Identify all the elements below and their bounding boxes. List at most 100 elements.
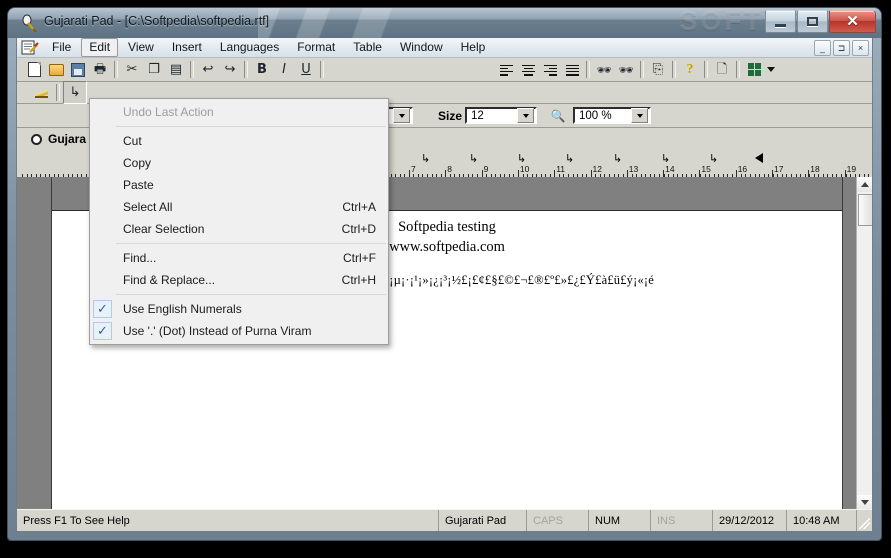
menu-item-paste[interactable]: Paste: [90, 174, 388, 196]
ruler-number: 13: [628, 166, 639, 174]
tab-stop-marker[interactable]: ↳: [565, 152, 574, 165]
tab-stop-marker[interactable]: ↳: [517, 152, 526, 165]
maximize-button[interactable]: [797, 10, 828, 33]
menu-item-label: Use English Numerals: [123, 302, 242, 316]
menu-view[interactable]: View: [120, 38, 162, 57]
cut-icon: ✂: [126, 62, 138, 77]
table-button[interactable]: [743, 59, 765, 80]
font-combo-arrow[interactable]: [393, 108, 410, 123]
new-document-button[interactable]: [23, 59, 45, 80]
eraser-button[interactable]: 🗋: [711, 59, 733, 80]
scroll-thumb[interactable]: [858, 194, 872, 226]
bold-button[interactable]: B: [251, 59, 273, 80]
size-combo-arrow[interactable]: [517, 108, 535, 123]
menu-item-shortcut: Ctrl+A: [342, 200, 376, 214]
paste-button[interactable]: ▤: [165, 59, 187, 80]
align-center-button[interactable]: [517, 59, 539, 80]
menu-item-select-all[interactable]: Select All Ctrl+A: [90, 196, 388, 218]
close-button[interactable]: ✕: [829, 10, 876, 33]
print-button[interactable]: 🖶: [89, 59, 111, 80]
open-folder-icon: [48, 63, 64, 76]
title-bar-texture: [258, 8, 438, 38]
insert-symbol-button[interactable]: ⎘: [647, 59, 669, 80]
mdi-minimize-button[interactable]: _: [814, 40, 831, 56]
menu-separator: [92, 294, 386, 295]
menu-table[interactable]: Table: [345, 38, 390, 57]
menu-item-find[interactable]: Find... Ctrl+F: [90, 247, 388, 269]
vertical-scrollbar[interactable]: [856, 177, 872, 510]
menu-window[interactable]: Window: [392, 38, 451, 57]
menu-item-find-replace[interactable]: Find & Replace... Ctrl+H: [90, 269, 388, 291]
tab-stop-marker[interactable]: ↳: [469, 152, 478, 165]
resize-grip[interactable]: [856, 510, 872, 531]
close-icon: ✕: [846, 13, 859, 30]
italic-icon: I: [282, 62, 286, 77]
save-button[interactable]: [67, 59, 89, 80]
align-left-button[interactable]: [495, 59, 517, 80]
zoom-combo-arrow[interactable]: [631, 108, 649, 123]
menu-item-label: Paste: [123, 178, 154, 192]
chevron-down-icon: [767, 67, 775, 72]
title-bar: SOFTPEDIA Gujarati Pad - [C:\Softpedia\s…: [8, 8, 881, 38]
help-button[interactable]: ?: [679, 59, 701, 80]
menu-item-shortcut: Ctrl+H: [341, 273, 376, 287]
mdi-close-button[interactable]: ×: [852, 40, 869, 56]
minimize-button[interactable]: [765, 10, 796, 33]
open-button[interactable]: [45, 59, 67, 80]
gujarati-radio[interactable]: [31, 133, 42, 145]
toolbar-separator: [704, 61, 708, 78]
italic-button[interactable]: I: [273, 59, 295, 80]
menu-format[interactable]: Format: [289, 38, 343, 57]
find-icon: 🕶: [596, 62, 612, 77]
menu-languages[interactable]: Languages: [212, 38, 287, 57]
find-button[interactable]: 🕶: [593, 59, 615, 80]
toolbar-separator: [244, 61, 248, 78]
toolbar-separator: [114, 61, 118, 78]
table-dropdown-button[interactable]: [765, 59, 777, 80]
tab-stop-marker[interactable]: ↳: [709, 152, 718, 165]
scroll-up-button[interactable]: [857, 177, 872, 192]
menu-insert[interactable]: Insert: [164, 38, 210, 57]
align-right-button[interactable]: [539, 59, 561, 80]
mdi-restore-button[interactable]: ⊐: [833, 40, 850, 56]
size-combo[interactable]: 12: [465, 107, 538, 124]
underline-button[interactable]: U: [295, 59, 317, 80]
menu-item-use-dot-instead-of-purna-viram[interactable]: ✓ Use '.' (Dot) Instead of Purna Viram: [90, 320, 388, 342]
menu-item-clear-selection[interactable]: Clear Selection Ctrl+D: [90, 218, 388, 240]
new-document-icon: [27, 62, 41, 77]
ruler-number: 11: [556, 166, 566, 174]
menu-separator: [92, 243, 386, 244]
size-combo-value: 12: [471, 109, 484, 122]
toolbar-separator: [190, 61, 194, 78]
menu-item-copy[interactable]: Copy: [90, 152, 388, 174]
ruler-number: 8: [447, 166, 453, 174]
gujarati-pad-icon: [22, 14, 37, 32]
find-replace-button[interactable]: 🕶: [615, 59, 637, 80]
status-app-name: Gujarati Pad: [438, 510, 526, 531]
menu-file[interactable]: File: [44, 38, 79, 57]
right-indent-marker[interactable]: [755, 153, 763, 163]
tab-stop-marker[interactable]: ↳: [421, 152, 430, 165]
cut-button[interactable]: ✂: [121, 59, 143, 80]
undo-button[interactable]: ↩: [197, 59, 219, 80]
align-justify-button[interactable]: [561, 59, 583, 80]
highlight-button[interactable]: [31, 82, 53, 103]
ruler-number: 15: [701, 166, 711, 174]
zoom-combo[interactable]: 100 %: [573, 107, 652, 124]
menu-help[interactable]: Help: [453, 38, 494, 57]
paragraph-return-button[interactable]: ↳: [63, 81, 87, 104]
scroll-down-button[interactable]: [857, 495, 872, 510]
tab-stop-marker[interactable]: ↳: [613, 152, 622, 165]
menu-item-cut[interactable]: Cut: [90, 130, 388, 152]
zoom-button[interactable]: 🔍: [547, 105, 569, 126]
menu-item-use-english-numerals[interactable]: ✓ Use English Numerals: [90, 298, 388, 320]
redo-button[interactable]: ↪: [219, 59, 241, 80]
tab-stop-marker[interactable]: ↳: [661, 152, 670, 165]
main-toolbar: 🖶 ✂ ❐ ▤ ↩ ↪ B I U 🕶 🕶 ⎘ ? 🗋: [17, 58, 872, 82]
menu-edit[interactable]: Edit: [81, 38, 119, 57]
bold-icon: B: [257, 62, 267, 77]
checkmark-icon: ✓: [93, 300, 112, 318]
menu-item-shortcut: Ctrl+D: [341, 222, 376, 236]
copy-button[interactable]: ❐: [143, 59, 165, 80]
ruler-number: 16: [737, 166, 748, 174]
